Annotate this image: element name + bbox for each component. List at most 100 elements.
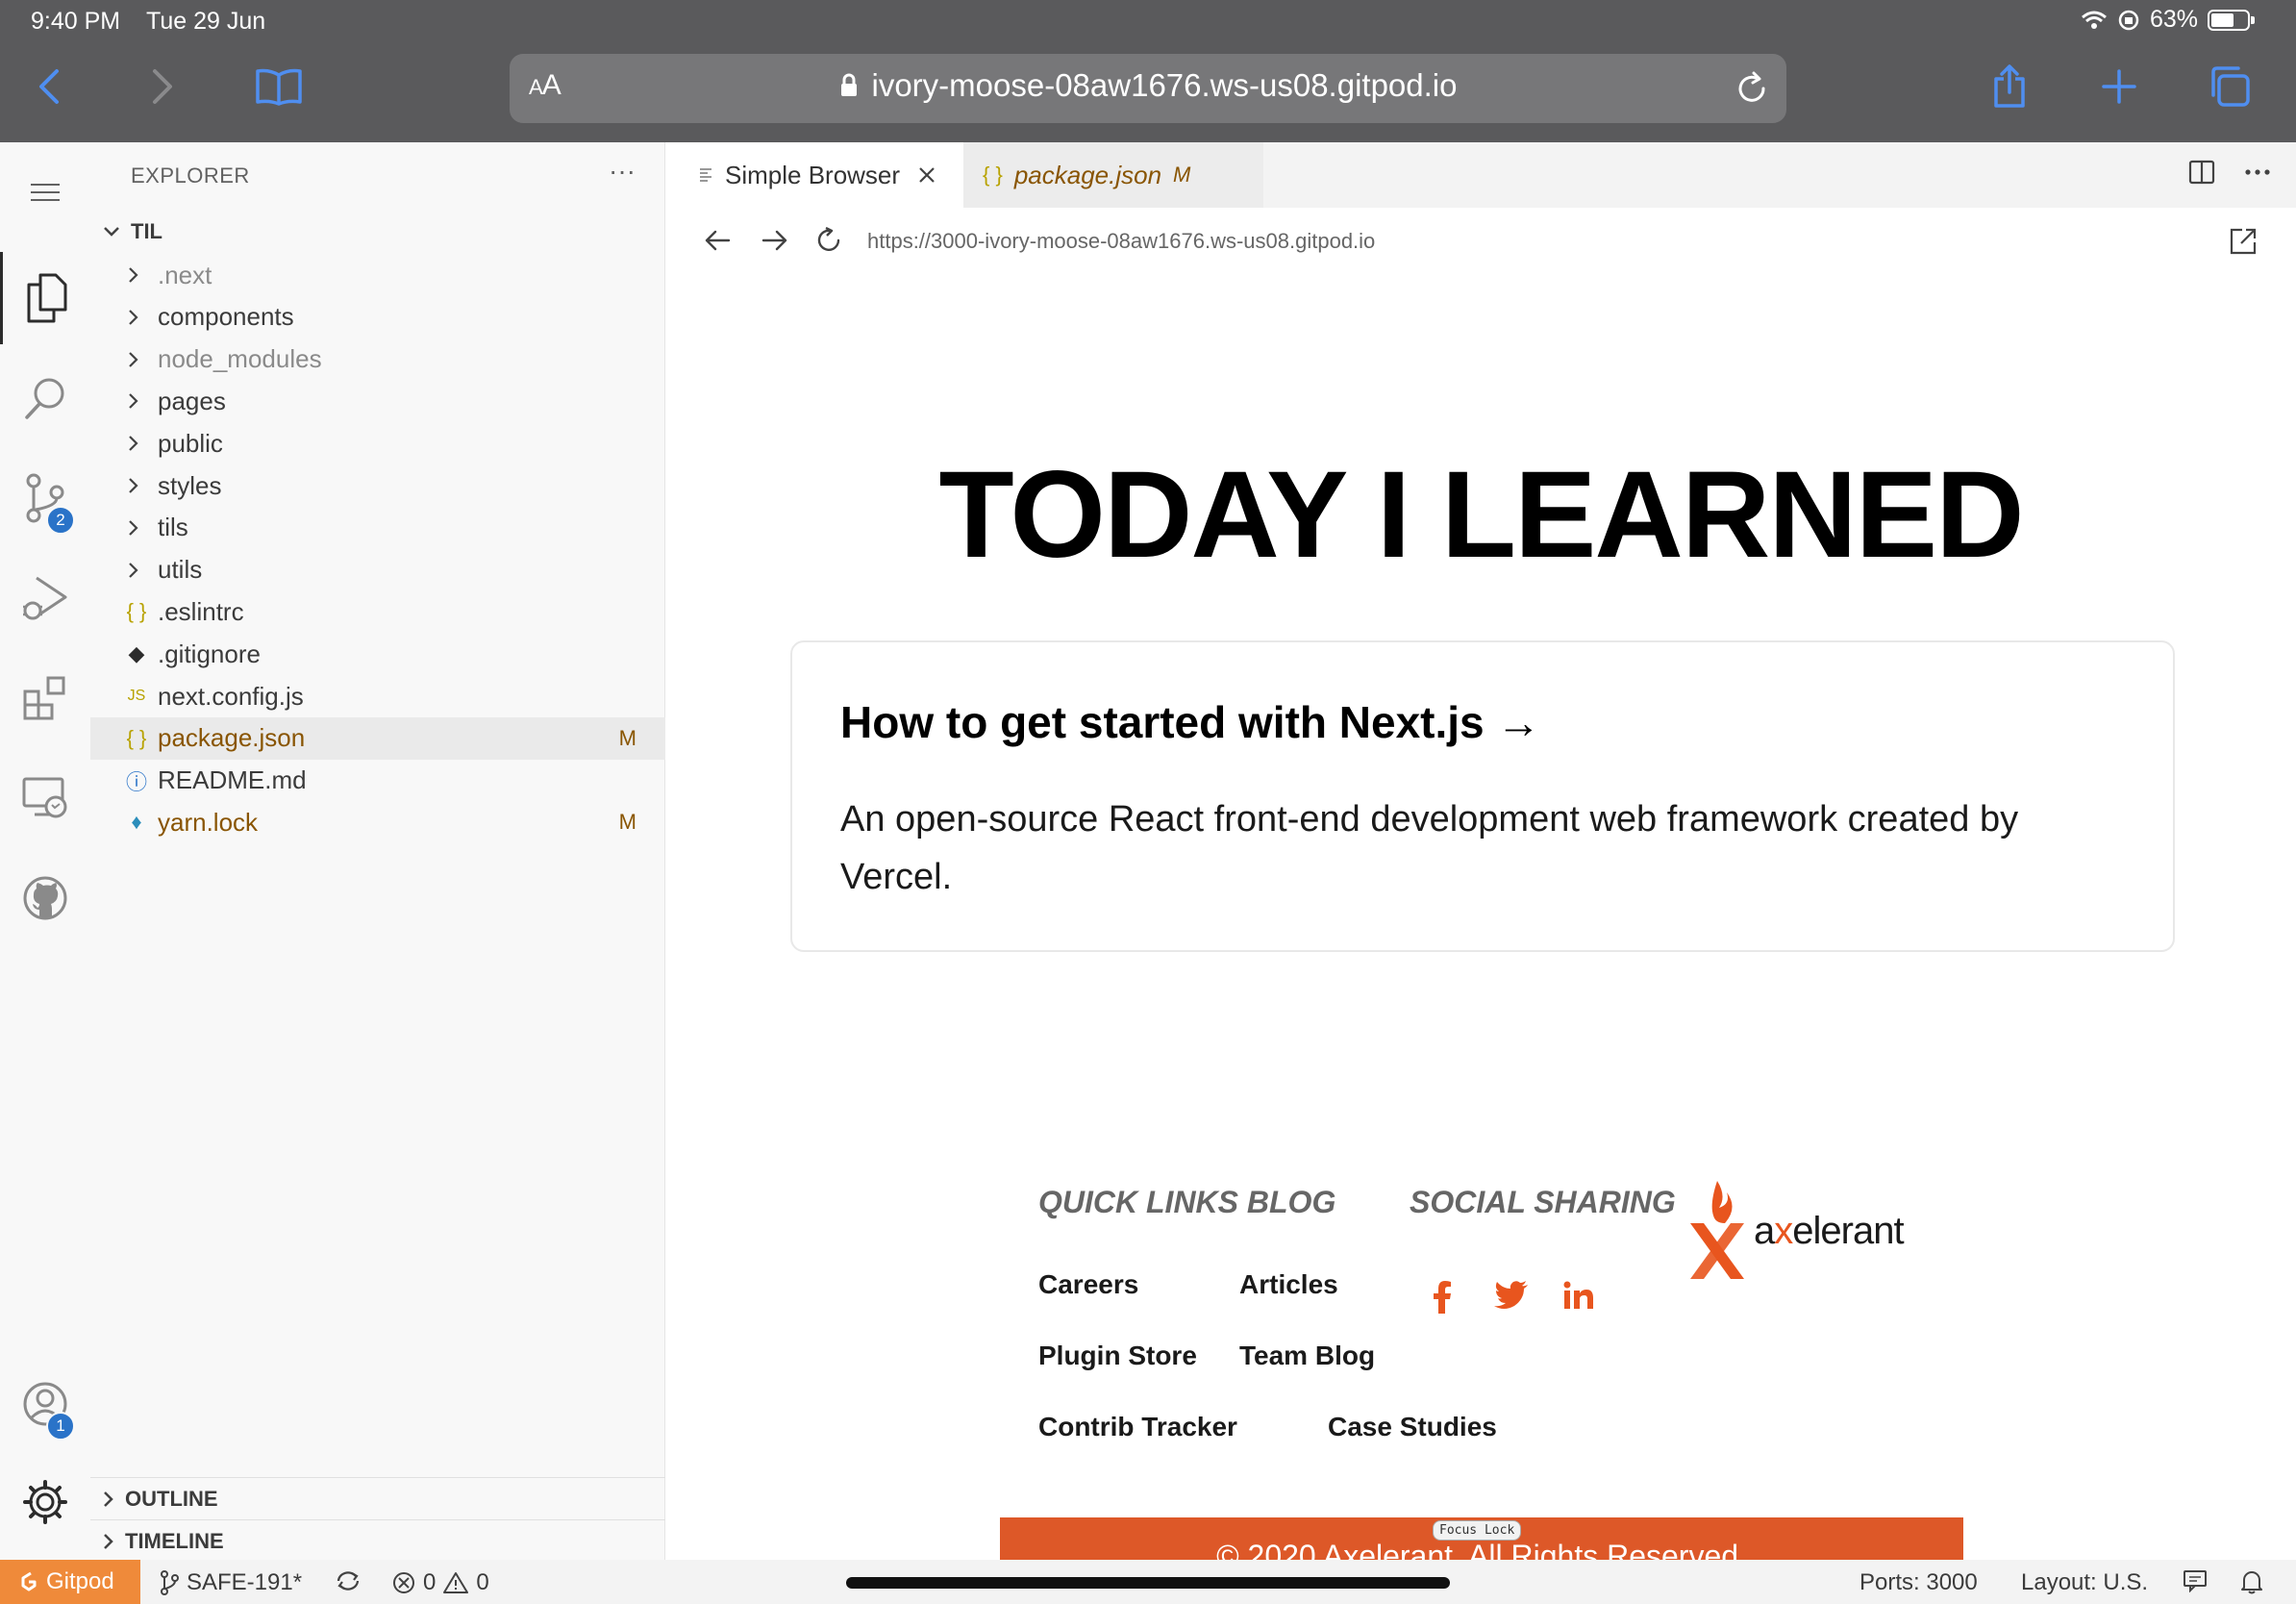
more-actions-icon[interactable] — [2244, 168, 2271, 176]
tree-folder-row[interactable]: .next — [90, 254, 665, 296]
forward-button[interactable] — [135, 60, 188, 113]
footer-link-contrib-tracker[interactable]: Contrib Tracker — [1038, 1412, 1237, 1442]
explorer-title: EXPLORER — [131, 163, 250, 188]
run-debug-activity[interactable] — [0, 552, 90, 644]
root-folder-til[interactable]: TIL — [90, 212, 665, 252]
battery-icon — [2208, 9, 2255, 31]
layout-label: Layout: U.S. — [2021, 1569, 2149, 1595]
timeline-section[interactable]: TIMELINE — [90, 1519, 665, 1562]
feedback-button[interactable] — [2183, 1569, 2209, 1592]
footer-link-plugin-store[interactable]: Plugin Store — [1038, 1341, 1197, 1371]
back-button[interactable] — [23, 60, 77, 113]
search-activity[interactable] — [0, 352, 90, 444]
gear-icon — [21, 1478, 69, 1526]
tree-file-row[interactable]: { } .eslintrc — [90, 590, 665, 633]
open-external-icon[interactable] — [2229, 227, 2258, 256]
tree-file-row[interactable]: ♦ yarn.lock M — [90, 801, 665, 843]
ports-label: Ports: 3000 — [1859, 1569, 1978, 1595]
tab-package-json[interactable]: { } package.json M — [963, 142, 1263, 208]
chevron-down-icon — [102, 225, 121, 238]
sync-button[interactable] — [335, 1569, 362, 1592]
footer-link-careers[interactable]: Careers — [1038, 1269, 1138, 1300]
yarn-file-icon: ♦ — [131, 810, 142, 835]
warning-icon — [443, 1571, 469, 1594]
notifications-button[interactable] — [2240, 1569, 2263, 1594]
tree-file-row[interactable]: ◆ .gitignore — [90, 633, 665, 675]
warning-count: 0 — [476, 1569, 489, 1595]
tree-item-label: node_modules — [158, 344, 322, 374]
editor-actions — [2188, 160, 2271, 185]
bookmarks-button[interactable] — [252, 60, 306, 113]
remote-explorer-activity[interactable] — [0, 752, 90, 844]
browser-back-icon[interactable] — [704, 229, 731, 252]
tree-folder-row[interactable]: pages — [90, 380, 665, 422]
tree-folder-row[interactable]: public — [90, 422, 665, 464]
linkedin-icon[interactable] — [1563, 1281, 1594, 1310]
tree-item-label: utils — [158, 555, 203, 585]
explorer-more-button[interactable]: ··· — [609, 156, 636, 187]
files-icon — [25, 273, 69, 323]
tree-folder-row[interactable]: node_modules — [90, 338, 665, 381]
split-editor-icon[interactable] — [2188, 160, 2215, 185]
address-bar[interactable]: AA ivory-moose-08aw1676.ws-us08.gitpod.i… — [510, 54, 1786, 123]
tabs-overview-button[interactable] — [2202, 60, 2256, 113]
tree-folder-row[interactable]: tils — [90, 507, 665, 549]
tree-file-row[interactable]: { } package.json M — [90, 716, 665, 760]
twitter-icon[interactable] — [1494, 1281, 1529, 1310]
footer-link-case-studies[interactable]: Case Studies — [1328, 1412, 1497, 1442]
focus-lock-toggle[interactable]: Focus Lock — [1433, 1520, 1522, 1541]
keyboard-layout-indicator[interactable]: Layout: U.S. — [2021, 1569, 2148, 1596]
tree-folder-row[interactable]: utils — [90, 549, 665, 591]
chevron-right-icon — [127, 561, 140, 580]
share-button[interactable] — [1983, 60, 2036, 113]
browser-reload-icon[interactable] — [815, 227, 842, 254]
new-tab-button[interactable] — [2092, 60, 2146, 113]
post-card[interactable]: How to get started with Next.js → An ope… — [790, 640, 2175, 952]
activity-bar: 2 1 — [0, 142, 90, 1560]
ports-indicator[interactable]: Ports: 3000 — [1859, 1569, 1978, 1596]
gitpod-icon — [19, 1571, 38, 1592]
tree-folder-row[interactable]: styles — [90, 464, 665, 507]
menu-button[interactable] — [0, 146, 90, 238]
footer-link-team-blog[interactable]: Team Blog — [1239, 1341, 1375, 1371]
tree-item-label: public — [158, 428, 223, 458]
chevron-right-icon — [127, 518, 140, 538]
json-file-icon: { } — [126, 599, 147, 624]
reload-icon[interactable] — [1734, 71, 1769, 106]
tab-simple-browser[interactable]: Simple Browser — [665, 142, 963, 208]
tree-item-label: .next — [158, 260, 212, 289]
tree-item-label: styles — [158, 470, 222, 500]
error-icon — [392, 1571, 415, 1594]
editor-tab-bar: Simple Browser { } package.json M — [665, 142, 2296, 208]
extensions-activity[interactable] — [0, 652, 90, 744]
tab-package-json-label: package.json — [1013, 160, 1162, 189]
home-indicator[interactable] — [846, 1577, 1450, 1589]
browser-url-input[interactable]: https://3000-ivory-moose-08aw1676.ws-us0… — [867, 229, 1375, 254]
tree-item-label: tils — [158, 513, 188, 542]
root-folder-label: TIL — [131, 219, 162, 243]
status-indicators: 63% — [2081, 6, 2255, 34]
github-icon — [22, 875, 68, 921]
accounts-activity[interactable]: 1 — [0, 1358, 90, 1450]
tree-item-label: package.json — [158, 723, 306, 753]
outline-section[interactable]: OUTLINE — [90, 1477, 665, 1519]
gitpod-button[interactable]: Gitpod — [0, 1560, 140, 1604]
tree-file-row[interactable]: ⓘ README.md — [90, 760, 665, 802]
source-control-activity[interactable]: 2 — [0, 452, 90, 544]
tree-item-label: yarn.lock — [158, 807, 259, 837]
footer-link-articles[interactable]: Articles — [1239, 1269, 1338, 1300]
close-icon[interactable] — [917, 165, 936, 185]
branch-indicator[interactable]: SAFE-191* — [160, 1569, 302, 1596]
github-activity[interactable] — [0, 852, 90, 944]
manage-activity[interactable] — [0, 1456, 90, 1548]
error-count: 0 — [423, 1569, 437, 1595]
browser-forward-icon[interactable] — [761, 229, 788, 252]
facebook-icon[interactable] — [1433, 1281, 1452, 1314]
json-file-icon: { } — [983, 163, 1003, 187]
tree-folder-row[interactable]: components — [90, 296, 665, 338]
explorer-activity[interactable] — [0, 252, 90, 344]
tree-file-row[interactable]: JS next.config.js — [90, 675, 665, 717]
post-card-title[interactable]: How to get started with Next.js → — [840, 696, 1540, 748]
axelerant-logo[interactable]: axelerant — [1688, 1179, 1905, 1283]
problems-indicator[interactable]: 0 0 — [392, 1569, 489, 1596]
